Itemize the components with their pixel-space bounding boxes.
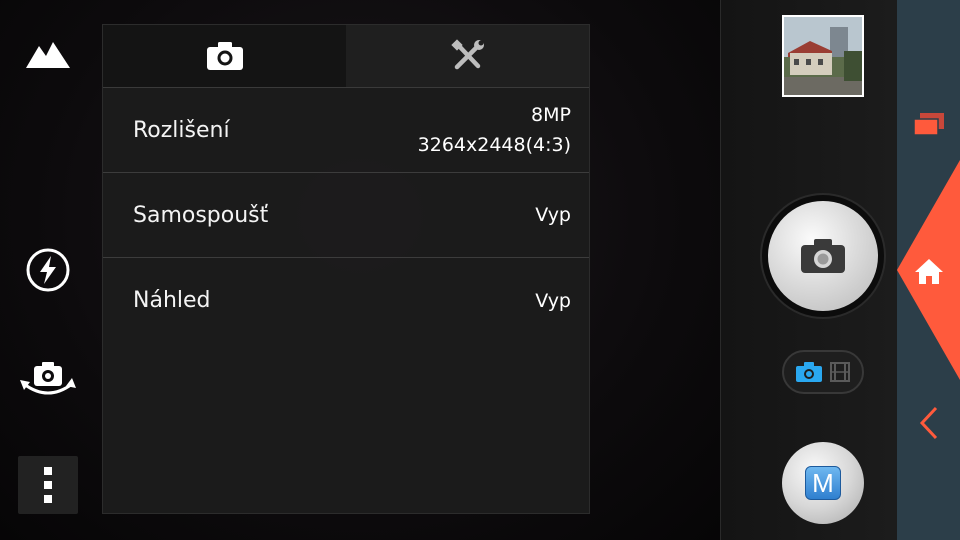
resolution-dimensions: 3264x2448(4:3): [417, 134, 571, 156]
camera-icon: [206, 42, 243, 70]
photo-video-switch[interactable]: [782, 350, 864, 394]
tab-camera-settings[interactable]: [103, 25, 346, 87]
setting-row-preview[interactable]: Náhled Vyp: [103, 258, 589, 343]
setting-value: 8MP 3264x2448(4:3): [418, 100, 571, 160]
setting-row-self-timer[interactable]: Samospoušť Vyp: [103, 173, 589, 258]
mountain-icon: [26, 42, 70, 68]
manual-mode-label: M: [805, 466, 841, 500]
settings-tabs: [103, 25, 589, 88]
more-vert-icon: [44, 467, 52, 475]
camera-switch-icon: [20, 362, 76, 395]
tools-icon: [450, 39, 484, 70]
camera-controls: M: [720, 0, 897, 540]
photo-thumbnail-image: [784, 17, 862, 95]
viewfinder[interactable]: Rozlišení 8MP 3264x2448(4:3) Samospoušť …: [0, 0, 720, 540]
switch-camera-button[interactable]: [18, 350, 78, 410]
film-icon: [830, 362, 850, 382]
back-button[interactable]: [897, 400, 960, 446]
shutter-button[interactable]: [760, 193, 886, 319]
recent-apps-button[interactable]: [897, 104, 960, 144]
setting-value: Vyp: [535, 289, 571, 312]
manual-mode-button[interactable]: M: [782, 442, 864, 524]
last-photo-thumbnail[interactable]: [782, 15, 864, 97]
menu-button[interactable]: [18, 456, 78, 514]
setting-label: Samospoušť: [133, 202, 269, 228]
flash-auto-icon: [26, 248, 70, 292]
setting-value: Vyp: [535, 204, 571, 226]
setting-row-resolution[interactable]: Rozlišení 8MP 3264x2448(4:3): [103, 88, 589, 173]
recent-apps-icon: [912, 113, 944, 136]
setting-label: Rozlišení: [133, 117, 230, 143]
flash-button[interactable]: [18, 240, 78, 300]
tab-general-settings[interactable]: [346, 25, 589, 87]
settings-panel: Rozlišení 8MP 3264x2448(4:3) Samospoušť …: [102, 24, 590, 514]
resolution-megapixels: 8MP: [531, 104, 571, 126]
home-icon: [914, 259, 943, 284]
navigation-bar: [897, 0, 960, 540]
back-icon: [919, 406, 937, 440]
home-button[interactable]: [897, 246, 960, 296]
camera-icon: [796, 362, 822, 382]
scene-mode-button[interactable]: [18, 24, 78, 84]
camera-icon: [801, 239, 845, 273]
setting-label: Náhled: [133, 288, 211, 313]
